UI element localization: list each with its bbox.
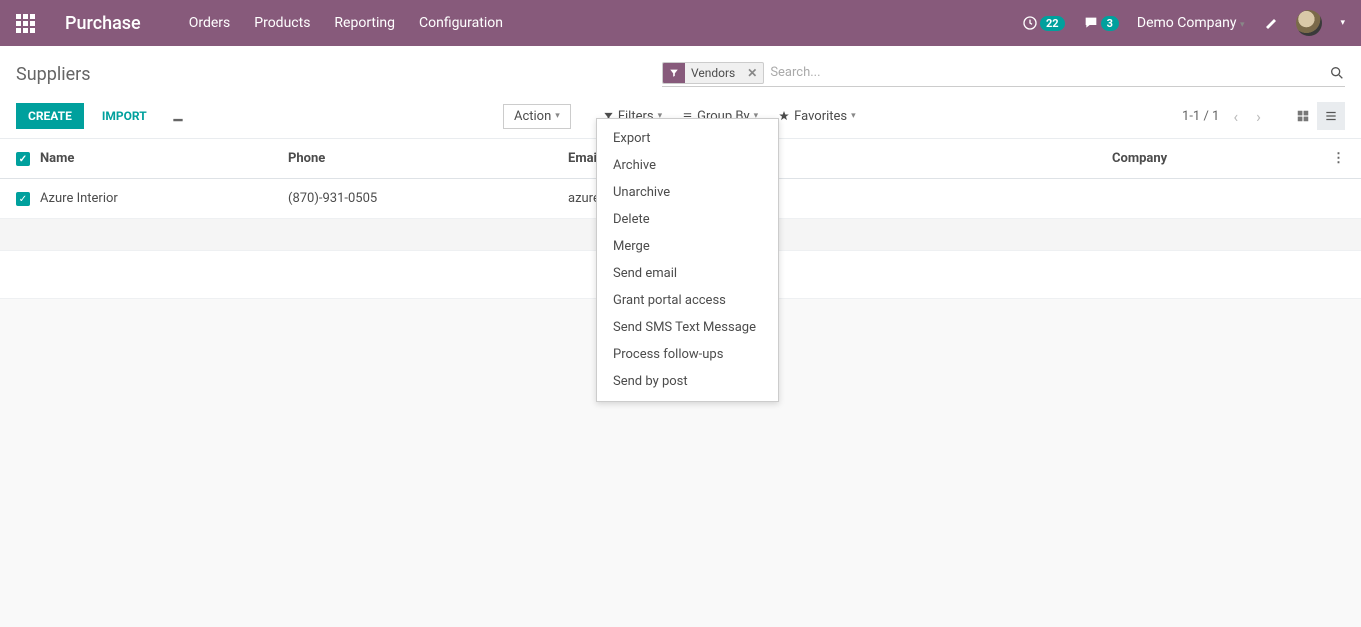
search-facet: Vendors ✕	[662, 62, 764, 84]
favorites-button[interactable]: Favorites ▾	[770, 105, 864, 128]
discuss-button[interactable]: 3	[1083, 15, 1119, 31]
caret-down-icon: ▾	[1240, 20, 1245, 30]
top-nav: Purchase Orders Products Reporting Confi…	[0, 0, 1361, 46]
nav-links: Orders Products Reporting Configuration	[189, 15, 503, 31]
filter-icon	[663, 63, 685, 83]
user-caret-icon: ▾	[1340, 18, 1345, 28]
pager-next[interactable]: ›	[1252, 107, 1265, 126]
row-checkbox[interactable]: ✓	[16, 192, 30, 206]
action-archive[interactable]: Archive	[597, 152, 778, 179]
pager[interactable]: 1-1 / 1	[1182, 109, 1219, 124]
action-grant-portal[interactable]: Grant portal access	[597, 287, 778, 314]
col-phone-header[interactable]: Phone	[288, 151, 568, 166]
action-send-post[interactable]: Send by post	[597, 368, 778, 395]
pager-prev[interactable]: ‹	[1229, 107, 1242, 126]
chat-icon	[1083, 15, 1099, 31]
select-all-checkbox[interactable]: ✓	[16, 152, 30, 166]
action-delete[interactable]: Delete	[597, 206, 778, 233]
caret-down-icon: ▾	[851, 111, 856, 121]
nav-reporting[interactable]: Reporting	[334, 15, 395, 31]
action-dropdown-menu: Export Archive Unarchive Delete Merge Se…	[596, 118, 779, 402]
kanban-view-button[interactable]	[1289, 102, 1317, 130]
nav-products[interactable]: Products	[254, 15, 310, 31]
app-brand[interactable]: Purchase	[65, 13, 141, 34]
clock-icon	[1022, 15, 1038, 31]
nav-orders[interactable]: Orders	[189, 15, 231, 31]
optional-fields-toggle[interactable]: ⋮	[1325, 151, 1345, 166]
action-followups[interactable]: Process follow-ups	[597, 341, 778, 368]
action-unarchive[interactable]: Unarchive	[597, 179, 778, 206]
kanban-icon	[1296, 109, 1310, 123]
action-export[interactable]: Export	[597, 125, 778, 152]
action-dropdown-button[interactable]: Action ▾	[503, 104, 571, 129]
col-company-header[interactable]: Company	[1112, 151, 1325, 166]
search-icon[interactable]	[1329, 65, 1345, 81]
page-title: Suppliers	[16, 64, 91, 85]
company-switcher[interactable]: Demo Company ▾	[1137, 15, 1245, 31]
import-button[interactable]: IMPORT	[90, 103, 159, 129]
col-name-header[interactable]: Name	[40, 151, 288, 166]
nav-configuration[interactable]: Configuration	[419, 15, 503, 31]
caret-down-icon: ▾	[555, 111, 560, 121]
facet-remove[interactable]: ✕	[741, 66, 763, 80]
action-send-email[interactable]: Send email	[597, 260, 778, 287]
search-input[interactable]	[770, 65, 1323, 80]
user-avatar[interactable]	[1296, 10, 1322, 36]
search-bar: Vendors ✕	[662, 62, 1345, 87]
create-button[interactable]: CREATE	[16, 103, 84, 129]
star-icon	[778, 110, 790, 122]
chat-badge: 3	[1101, 16, 1119, 31]
cell-phone: (870)-931-0505	[288, 191, 568, 206]
action-merge[interactable]: Merge	[597, 233, 778, 260]
cell-name: Azure Interior	[40, 191, 288, 206]
list-view-button[interactable]	[1317, 102, 1345, 130]
favorites-label: Favorites	[794, 109, 847, 124]
apps-icon[interactable]	[16, 14, 35, 33]
activity-button[interactable]: 22	[1022, 15, 1065, 31]
download-icon[interactable]	[171, 109, 185, 123]
list-icon	[1324, 109, 1338, 123]
debug-icon[interactable]	[1262, 15, 1278, 31]
company-label: Demo Company	[1137, 15, 1237, 31]
action-label: Action	[514, 109, 551, 124]
facet-label: Vendors	[685, 66, 741, 80]
activity-badge: 22	[1040, 16, 1065, 31]
action-send-sms[interactable]: Send SMS Text Message	[597, 314, 778, 341]
